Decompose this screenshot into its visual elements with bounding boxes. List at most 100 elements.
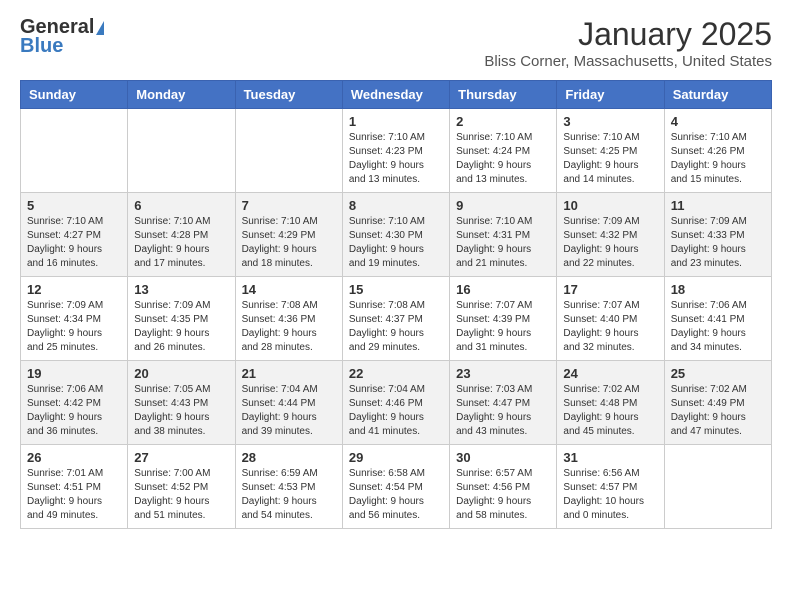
- cell-info: Sunrise: 7:05 AM Sunset: 4:43 PM Dayligh…: [134, 383, 228, 439]
- calendar-cell: [664, 445, 771, 529]
- calendar-cell: 1 Sunrise: 7:10 AM Sunset: 4:23 PM Daylig…: [342, 109, 449, 193]
- calendar-cell: 5 Sunrise: 7:10 AM Sunset: 4:27 PM Daylig…: [21, 193, 128, 277]
- cell-info: Sunrise: 7:02 AM Sunset: 4:49 PM Dayligh…: [671, 383, 765, 439]
- cell-info: Sunrise: 7:06 AM Sunset: 4:42 PM Dayligh…: [27, 383, 121, 439]
- calendar-week-4: 19 Sunrise: 7:06 AM Sunset: 4:42 PM Dayli…: [21, 361, 772, 445]
- col-header-monday: Monday: [128, 81, 235, 109]
- calendar-cell: 3 Sunrise: 7:10 AM Sunset: 4:25 PM Daylig…: [557, 109, 664, 193]
- day-number: 17: [563, 282, 657, 297]
- cell-info: Sunrise: 7:07 AM Sunset: 4:39 PM Dayligh…: [456, 299, 550, 355]
- cell-info: Sunrise: 7:04 AM Sunset: 4:46 PM Dayligh…: [349, 383, 443, 439]
- day-number: 16: [456, 282, 550, 297]
- day-number: 22: [349, 366, 443, 381]
- day-number: 26: [27, 450, 121, 465]
- day-number: 29: [349, 450, 443, 465]
- day-number: 27: [134, 450, 228, 465]
- cell-info: Sunrise: 7:10 AM Sunset: 4:25 PM Dayligh…: [563, 131, 657, 187]
- col-header-wednesday: Wednesday: [342, 81, 449, 109]
- logo-triangle-icon: [96, 21, 104, 35]
- day-number: 30: [456, 450, 550, 465]
- day-number: 24: [563, 366, 657, 381]
- day-number: 8: [349, 198, 443, 213]
- day-number: 4: [671, 114, 765, 129]
- main-title: January 2025: [484, 16, 772, 53]
- day-number: 9: [456, 198, 550, 213]
- title-section: January 2025 Bliss Corner, Massachusetts…: [484, 16, 772, 70]
- cell-info: Sunrise: 7:10 AM Sunset: 4:27 PM Dayligh…: [27, 215, 121, 271]
- cell-info: Sunrise: 7:08 AM Sunset: 4:36 PM Dayligh…: [242, 299, 336, 355]
- calendar-cell: 13 Sunrise: 7:09 AM Sunset: 4:35 PM Dayli…: [128, 277, 235, 361]
- cell-info: Sunrise: 7:10 AM Sunset: 4:29 PM Dayligh…: [242, 215, 336, 271]
- calendar-cell: [128, 109, 235, 193]
- calendar-cell: 11 Sunrise: 7:09 AM Sunset: 4:33 PM Dayli…: [664, 193, 771, 277]
- cell-info: Sunrise: 7:09 AM Sunset: 4:33 PM Dayligh…: [671, 215, 765, 271]
- cell-info: Sunrise: 6:59 AM Sunset: 4:53 PM Dayligh…: [242, 467, 336, 523]
- cell-info: Sunrise: 7:10 AM Sunset: 4:31 PM Dayligh…: [456, 215, 550, 271]
- calendar-cell: 2 Sunrise: 7:10 AM Sunset: 4:24 PM Daylig…: [450, 109, 557, 193]
- day-number: 12: [27, 282, 121, 297]
- calendar-cell: 29Sunrise: 6:58 AM Sunset: 4:54 PM Dayli…: [342, 445, 449, 529]
- day-number: 19: [27, 366, 121, 381]
- calendar-cell: 31 Sunrise: 6:56 AM Sunset: 4:57 PM Dayli…: [557, 445, 664, 529]
- calendar-cell: 6Sunrise: 7:10 AM Sunset: 4:28 PM Daylig…: [128, 193, 235, 277]
- calendar-cell: 12 Sunrise: 7:09 AM Sunset: 4:34 PM Dayli…: [21, 277, 128, 361]
- calendar-week-5: 26Sunrise: 7:01 AM Sunset: 4:51 PM Dayli…: [21, 445, 772, 529]
- calendar-table: SundayMondayTuesdayWednesdayThursdayFrid…: [20, 80, 772, 529]
- calendar-cell: 27 Sunrise: 7:00 AM Sunset: 4:52 PM Dayli…: [128, 445, 235, 529]
- col-header-thursday: Thursday: [450, 81, 557, 109]
- cell-info: Sunrise: 7:07 AM Sunset: 4:40 PM Dayligh…: [563, 299, 657, 355]
- logo-blue: Blue: [20, 35, 63, 58]
- day-number: 2: [456, 114, 550, 129]
- calendar-cell: 20 Sunrise: 7:05 AM Sunset: 4:43 PM Dayli…: [128, 361, 235, 445]
- cell-info: Sunrise: 7:10 AM Sunset: 4:23 PM Dayligh…: [349, 131, 443, 187]
- col-header-saturday: Saturday: [664, 81, 771, 109]
- cell-info: Sunrise: 7:09 AM Sunset: 4:32 PM Dayligh…: [563, 215, 657, 271]
- cell-info: Sunrise: 6:57 AM Sunset: 4:56 PM Dayligh…: [456, 467, 550, 523]
- cell-info: Sunrise: 6:56 AM Sunset: 4:57 PM Dayligh…: [563, 467, 657, 523]
- calendar-cell: 7Sunrise: 7:10 AM Sunset: 4:29 PM Daylig…: [235, 193, 342, 277]
- day-number: 13: [134, 282, 228, 297]
- calendar-cell: 19 Sunrise: 7:06 AM Sunset: 4:42 PM Dayli…: [21, 361, 128, 445]
- cell-info: Sunrise: 7:06 AM Sunset: 4:41 PM Dayligh…: [671, 299, 765, 355]
- calendar-cell: 28Sunrise: 6:59 AM Sunset: 4:53 PM Dayli…: [235, 445, 342, 529]
- calendar-week-3: 12 Sunrise: 7:09 AM Sunset: 4:34 PM Dayli…: [21, 277, 772, 361]
- calendar-cell: 10 Sunrise: 7:09 AM Sunset: 4:32 PM Dayli…: [557, 193, 664, 277]
- calendar-cell: 21 Sunrise: 7:04 AM Sunset: 4:44 PM Dayli…: [235, 361, 342, 445]
- page: General Blue January 2025 Bliss Corner, …: [0, 0, 792, 545]
- calendar-week-1: 1 Sunrise: 7:10 AM Sunset: 4:23 PM Daylig…: [21, 109, 772, 193]
- day-number: 1: [349, 114, 443, 129]
- calendar-cell: 4Sunrise: 7:10 AM Sunset: 4:26 PM Daylig…: [664, 109, 771, 193]
- calendar-cell: 24 Sunrise: 7:02 AM Sunset: 4:48 PM Dayli…: [557, 361, 664, 445]
- day-number: 6: [134, 198, 228, 213]
- cell-info: Sunrise: 7:03 AM Sunset: 4:47 PM Dayligh…: [456, 383, 550, 439]
- calendar-cell: 9 Sunrise: 7:10 AM Sunset: 4:31 PM Daylig…: [450, 193, 557, 277]
- cell-info: Sunrise: 7:02 AM Sunset: 4:48 PM Dayligh…: [563, 383, 657, 439]
- day-number: 5: [27, 198, 121, 213]
- calendar-header-row: SundayMondayTuesdayWednesdayThursdayFrid…: [21, 81, 772, 109]
- day-number: 11: [671, 198, 765, 213]
- cell-info: Sunrise: 7:10 AM Sunset: 4:24 PM Dayligh…: [456, 131, 550, 187]
- day-number: 20: [134, 366, 228, 381]
- calendar-cell: 25Sunrise: 7:02 AM Sunset: 4:49 PM Dayli…: [664, 361, 771, 445]
- col-header-tuesday: Tuesday: [235, 81, 342, 109]
- calendar-cell: 26Sunrise: 7:01 AM Sunset: 4:51 PM Dayli…: [21, 445, 128, 529]
- logo: General Blue: [20, 16, 104, 58]
- calendar-cell: [235, 109, 342, 193]
- cell-info: Sunrise: 7:08 AM Sunset: 4:37 PM Dayligh…: [349, 299, 443, 355]
- calendar-cell: 22 Sunrise: 7:04 AM Sunset: 4:46 PM Dayli…: [342, 361, 449, 445]
- calendar-cell: 16 Sunrise: 7:07 AM Sunset: 4:39 PM Dayli…: [450, 277, 557, 361]
- day-number: 10: [563, 198, 657, 213]
- cell-info: Sunrise: 7:09 AM Sunset: 4:34 PM Dayligh…: [27, 299, 121, 355]
- day-number: 3: [563, 114, 657, 129]
- day-number: 18: [671, 282, 765, 297]
- cell-info: Sunrise: 7:04 AM Sunset: 4:44 PM Dayligh…: [242, 383, 336, 439]
- cell-info: Sunrise: 7:09 AM Sunset: 4:35 PM Dayligh…: [134, 299, 228, 355]
- calendar-cell: [21, 109, 128, 193]
- cell-info: Sunrise: 7:00 AM Sunset: 4:52 PM Dayligh…: [134, 467, 228, 523]
- day-number: 31: [563, 450, 657, 465]
- header: General Blue January 2025 Bliss Corner, …: [20, 16, 772, 70]
- calendar-cell: 30 Sunrise: 6:57 AM Sunset: 4:56 PM Dayli…: [450, 445, 557, 529]
- day-number: 14: [242, 282, 336, 297]
- calendar-cell: 14 Sunrise: 7:08 AM Sunset: 4:36 PM Dayli…: [235, 277, 342, 361]
- day-number: 21: [242, 366, 336, 381]
